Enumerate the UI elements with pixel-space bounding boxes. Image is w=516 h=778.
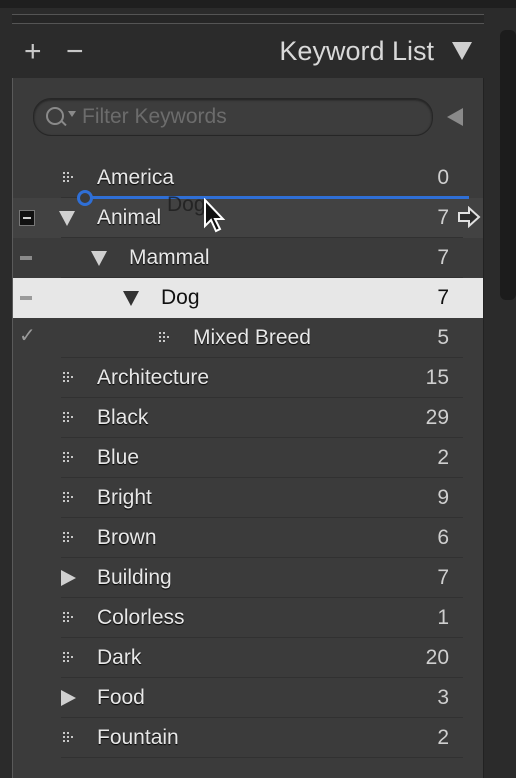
keyword-row[interactable]: Colorless 1	[13, 598, 483, 638]
collapsed-triangle-right-icon[interactable]	[61, 570, 76, 586]
keyword-tag-icon	[63, 452, 77, 464]
keyword-count: 2	[437, 446, 449, 469]
keyword-name: Dark	[97, 646, 142, 669]
go-to-arrow-icon[interactable]	[457, 206, 481, 228]
collapsed-triangle-right-icon[interactable]	[61, 690, 76, 706]
keyword-count: 20	[425, 646, 449, 669]
keyword-name: Fountain	[97, 726, 179, 749]
keyword-row[interactable]: Food 3	[13, 678, 483, 718]
keyword-name: America	[97, 166, 175, 189]
keyword-count: 15	[425, 366, 449, 389]
keyword-name: Blue	[97, 446, 140, 469]
keyword-tag-icon	[63, 172, 77, 184]
top-edge	[0, 0, 516, 8]
keyword-row[interactable]: Mammal 7	[13, 238, 483, 278]
keyword-name: Mammal	[129, 246, 210, 269]
keyword-name: Food	[97, 686, 145, 709]
keyword-row[interactable]: Building 7	[13, 558, 483, 598]
drag-ghost-label: Dog	[167, 193, 206, 216]
keyword-list-panel: America 0 Animal 7 Mammal 7 Dog 7 ✓ Mixed Breed 5 A…	[12, 78, 484, 778]
keyword-row[interactable]: Dark 20	[13, 638, 483, 678]
expand-triangle-down-icon[interactable]	[123, 291, 139, 306]
check-icon[interactable]: ✓	[19, 326, 36, 346]
keyword-count: 5	[437, 326, 449, 349]
filter-field[interactable]	[33, 98, 433, 136]
expand-triangle-down-icon[interactable]	[91, 251, 107, 266]
remove-keyword-button[interactable]: −	[66, 34, 84, 70]
keyword-row[interactable]: ✓ Mixed Breed 5	[13, 318, 483, 358]
panel-divider	[12, 14, 484, 24]
keyword-count: 7	[437, 286, 449, 309]
keyword-name: Dog	[161, 286, 200, 309]
keyword-count: 29	[425, 406, 449, 429]
panel-header: + − Keyword List	[12, 30, 484, 76]
keyword-count: 9	[437, 486, 449, 509]
keyword-count: 7	[437, 566, 449, 589]
keyword-list: America 0 Animal 7 Mammal 7 Dog 7 ✓ Mixed Breed 5 A…	[13, 158, 483, 758]
keyword-row[interactable]: Brown 6	[13, 518, 483, 558]
panel-title[interactable]: Keyword List	[279, 36, 434, 67]
keyword-tag-icon	[63, 732, 77, 744]
keyword-count: 0	[437, 166, 449, 189]
keyword-name: Bright	[97, 486, 152, 509]
keyword-tag-icon	[159, 332, 173, 344]
keyword-tag-icon	[63, 532, 77, 544]
filter-options-arrow-icon[interactable]	[447, 108, 463, 126]
keyword-name: Building	[97, 566, 172, 589]
keyword-name: Mixed Breed	[193, 326, 311, 349]
add-keyword-button[interactable]: +	[24, 34, 42, 70]
collapse-panel-icon[interactable]	[452, 42, 472, 60]
keyword-name: Animal	[97, 206, 162, 229]
drop-indicator-line	[89, 196, 469, 199]
keyword-row[interactable]: Black 29	[13, 398, 483, 438]
keyword-tag-icon	[63, 652, 77, 664]
keyword-tag-icon	[63, 492, 77, 504]
keyword-row[interactable]: Dog 7	[13, 278, 483, 318]
expand-triangle-down-icon[interactable]	[59, 211, 75, 226]
keyword-row[interactable]: Blue 2	[13, 438, 483, 478]
keyword-count: 7	[437, 246, 449, 269]
keyword-row[interactable]: Architecture 15	[13, 358, 483, 398]
mouse-cursor-icon	[204, 198, 226, 233]
drop-indicator-circle	[77, 190, 93, 206]
keyword-count: 3	[437, 686, 449, 709]
keyword-count: 2	[437, 726, 449, 749]
keyword-tag-icon	[63, 412, 77, 424]
keyword-name: Architecture	[97, 366, 210, 389]
scrollbar[interactable]	[500, 30, 516, 300]
chevron-down-icon[interactable]	[68, 111, 76, 117]
keyword-count: 7	[437, 206, 449, 229]
filter-keywords-input[interactable]	[82, 99, 422, 135]
search-icon[interactable]	[46, 107, 64, 125]
keyword-row[interactable]: Fountain 2	[13, 718, 483, 758]
keyword-name: Colorless	[97, 606, 185, 629]
keyword-row[interactable]: Bright 9	[13, 478, 483, 518]
keyword-tag-icon	[63, 372, 77, 384]
keyword-count: 1	[437, 606, 449, 629]
keyword-name: Brown	[97, 526, 157, 549]
keyword-tag-icon	[63, 612, 77, 624]
partial-keyword-checkbox[interactable]	[19, 250, 35, 266]
keyword-count: 6	[437, 526, 449, 549]
partial-keyword-checkbox[interactable]	[19, 290, 35, 306]
keyword-name: Black	[97, 406, 149, 429]
partial-keyword-checkbox[interactable]	[19, 210, 35, 226]
